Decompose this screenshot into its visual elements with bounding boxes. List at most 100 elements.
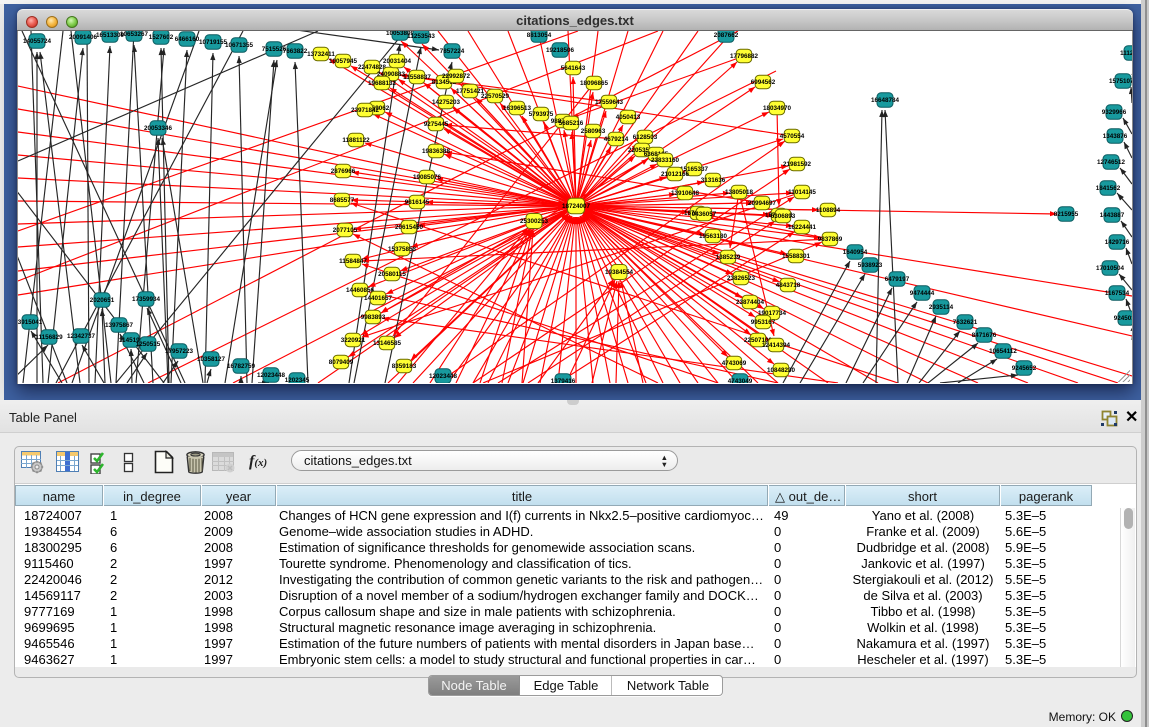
svg-text:16782759: 16782759 <box>227 363 256 370</box>
svg-text:9816145: 9816145 <box>405 199 430 206</box>
svg-text:11156829: 11156829 <box>35 334 63 341</box>
svg-text:9436057: 9436057 <box>692 211 717 218</box>
svg-text:1202345: 1202345 <box>285 377 310 383</box>
svg-text:4050413: 4050413 <box>616 114 641 121</box>
svg-text:1385239: 1385239 <box>716 254 741 261</box>
svg-text:13805018: 13805018 <box>725 189 754 196</box>
svg-text:16396513: 16396513 <box>503 105 532 112</box>
svg-text:9983893: 9983893 <box>361 314 386 321</box>
svg-text:20994697: 20994697 <box>748 200 777 207</box>
svg-text:18096865: 18096865 <box>580 80 609 87</box>
svg-text:1379416: 1379416 <box>551 378 576 383</box>
svg-text:8685577: 8685577 <box>330 197 355 204</box>
svg-text:10671355: 10671355 <box>225 42 254 49</box>
svg-text:2935114: 2935114 <box>929 304 954 311</box>
svg-text:10653267: 10653267 <box>120 31 149 38</box>
svg-text:2087662: 2087662 <box>714 32 739 39</box>
svg-text:15375853: 15375853 <box>388 246 417 253</box>
svg-text:5685216: 5685216 <box>559 120 584 127</box>
svg-text:19688132: 19688132 <box>368 80 397 87</box>
svg-text:10719155: 10719155 <box>199 39 228 46</box>
svg-text:19085076: 19085076 <box>413 174 442 181</box>
svg-text:9474444: 9474444 <box>910 290 935 297</box>
svg-text:11584847: 11584847 <box>339 258 367 265</box>
svg-text:17559643: 17559643 <box>595 99 624 106</box>
svg-text:25300253: 25300253 <box>520 218 549 225</box>
svg-text:9275445: 9275445 <box>424 121 449 128</box>
svg-text:10358127: 10358127 <box>197 356 226 363</box>
svg-text:4570554: 4570554 <box>780 133 805 140</box>
svg-text:20580115: 20580115 <box>378 271 406 278</box>
svg-text:6128503: 6128503 <box>633 134 658 141</box>
svg-text:21012166: 21012166 <box>661 171 690 178</box>
svg-text:8079409: 8079409 <box>329 359 354 366</box>
svg-text:4843718: 4843718 <box>776 282 801 289</box>
svg-text:7632621: 7632621 <box>953 319 978 326</box>
svg-text:8813054: 8813054 <box>527 32 552 39</box>
svg-text:16224441: 16224441 <box>788 224 817 231</box>
svg-text:2580963: 2580963 <box>581 128 606 135</box>
svg-text:1167534: 1167534 <box>1105 290 1130 297</box>
svg-text:14401657: 14401657 <box>364 295 393 302</box>
svg-text:8471676: 8471676 <box>972 332 997 339</box>
svg-text:12023448: 12023448 <box>429 373 458 380</box>
svg-text:5938923: 5938923 <box>858 262 883 269</box>
svg-text:18034970: 18034970 <box>763 105 792 112</box>
svg-text:3131636: 3131636 <box>701 177 726 184</box>
svg-text:7663822: 7663822 <box>283 48 308 55</box>
svg-text:17957223: 17957223 <box>165 348 194 355</box>
svg-text:7857224: 7857224 <box>440 48 465 55</box>
svg-text:17796882: 17796882 <box>730 53 759 60</box>
svg-text:8359183: 8359183 <box>392 363 417 370</box>
svg-text:6479197: 6479197 <box>885 276 910 283</box>
svg-text:1443887: 1443887 <box>1100 212 1125 219</box>
svg-text:8215955: 8215955 <box>1054 211 1079 218</box>
svg-text:9329966: 9329966 <box>1102 109 1127 116</box>
svg-text:10057945: 10057945 <box>329 58 358 65</box>
svg-text:22570529: 22570529 <box>481 93 510 100</box>
svg-text:9837869: 9837869 <box>818 236 843 243</box>
svg-text:13975867: 13975867 <box>105 322 134 329</box>
svg-text:12746512: 12746512 <box>1097 159 1126 166</box>
svg-text:9245012: 9245012 <box>1114 315 1132 322</box>
svg-text:13732411: 13732411 <box>307 51 335 58</box>
svg-text:5641643: 5641643 <box>561 65 586 72</box>
svg-text:17010504: 17010504 <box>1096 265 1125 272</box>
svg-text:19563180: 19563180 <box>699 233 728 240</box>
svg-text:14275203: 14275203 <box>432 99 461 106</box>
svg-text:22474828: 22474828 <box>358 64 387 71</box>
svg-text:6466160: 6466160 <box>175 36 200 43</box>
svg-text:1429716: 1429716 <box>1105 239 1130 246</box>
svg-text:2876966: 2876966 <box>331 168 356 175</box>
svg-text:18724007: 18724007 <box>562 203 591 210</box>
svg-text:22992872: 22992872 <box>442 73 471 80</box>
svg-text:19218506: 19218506 <box>546 47 575 54</box>
svg-text:12023448: 12023448 <box>257 372 286 379</box>
svg-text:20091406: 20091406 <box>69 34 98 41</box>
svg-text:19836388: 19836388 <box>422 148 451 155</box>
svg-text:19384554: 19384554 <box>605 269 634 276</box>
svg-text:1841562: 1841562 <box>1096 185 1121 192</box>
svg-text:13910648: 13910648 <box>671 190 700 197</box>
svg-text:23874404: 23874404 <box>736 299 765 306</box>
svg-text:6994562: 6994562 <box>751 79 776 86</box>
svg-text:23833160: 23833160 <box>651 157 680 164</box>
svg-text:1640954: 1640954 <box>843 249 868 256</box>
svg-text:21981592: 21981592 <box>783 161 812 168</box>
svg-text:10848230: 10848230 <box>767 367 796 374</box>
svg-text:3220921: 3220921 <box>341 337 366 344</box>
svg-text:4679214: 4679214 <box>604 136 629 143</box>
svg-text:6306893: 6306893 <box>771 213 796 220</box>
svg-text:2020651: 2020651 <box>90 297 115 304</box>
svg-text:1108894: 1108894 <box>816 207 841 214</box>
svg-text:16648784: 16648784 <box>871 97 900 104</box>
svg-text:11014145: 11014145 <box>788 189 816 196</box>
svg-text:9245652: 9245652 <box>1012 365 1037 372</box>
svg-text:20031404: 20031404 <box>383 58 412 65</box>
svg-text:4743069: 4743069 <box>722 360 747 367</box>
svg-text:15751074: 15751074 <box>1109 78 1132 85</box>
svg-text:1527602: 1527602 <box>149 34 174 41</box>
svg-text:23826523: 23826523 <box>727 275 756 282</box>
svg-text:12414394: 12414394 <box>762 342 791 349</box>
svg-text:10654112: 10654112 <box>989 348 1017 355</box>
